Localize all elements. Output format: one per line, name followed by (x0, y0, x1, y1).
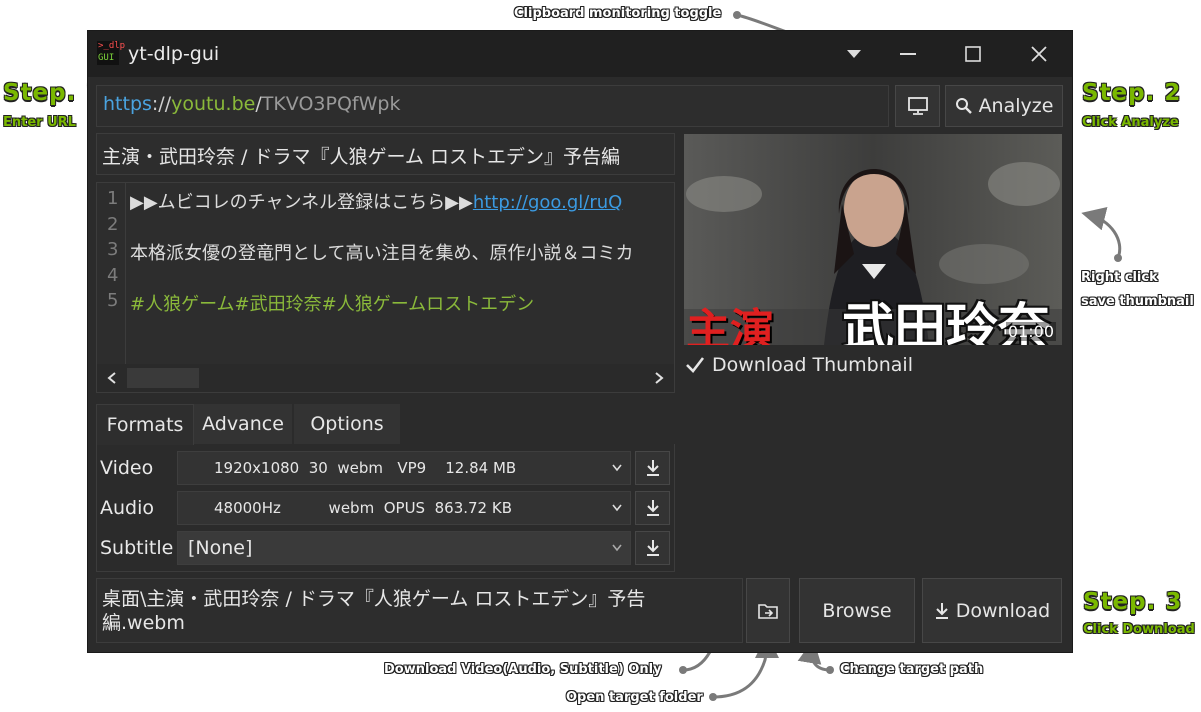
monitor-icon (907, 97, 928, 115)
download-thumbnail-checkbox[interactable]: Download Thumbnail (684, 354, 913, 376)
url-input[interactable]: https://youtu.be/TKVO3PQfWpk (96, 85, 889, 127)
browse-button[interactable]: Browse (799, 578, 915, 643)
download-video-only-button[interactable] (635, 451, 670, 485)
app-window: >_dlp GUI yt-dlp-gui https://youtu.be/TK… (87, 30, 1073, 653)
chevron-down-icon (612, 504, 622, 512)
description-editor[interactable]: 1 2 3 4 5 ▶▶ムビコレのチャンネル登録はこちら▶▶http://goo… (96, 182, 675, 393)
download-subtitle-only-button[interactable] (635, 531, 670, 565)
tab-options[interactable]: Options (294, 404, 400, 444)
close-button[interactable] (1007, 31, 1071, 77)
video-label: Video (100, 457, 154, 479)
scroll-thumb[interactable] (127, 368, 199, 388)
download-button[interactable]: Download (922, 578, 1062, 643)
chevron-down-icon (612, 544, 622, 552)
minimize-icon (900, 53, 916, 55)
video-thumbnail[interactable]: 主演 武田玲奈 01:00 (684, 134, 1062, 345)
clipboard-monitor-toggle[interactable] (895, 85, 940, 127)
open-folder-button[interactable] (746, 578, 790, 643)
title-bar: >_dlp GUI yt-dlp-gui (88, 31, 1072, 77)
subtitle-label: Subtitle (100, 537, 174, 559)
app-icon: >_dlp GUI (97, 41, 126, 65)
video-title-field[interactable]: 主演・武田玲奈 / ドラマ『人狼ゲーム ロストエデン』予告編 (96, 133, 675, 175)
close-icon (1031, 46, 1047, 62)
chevron-down-icon (612, 464, 622, 472)
video-duration: 01:00 (1005, 322, 1056, 341)
chevron-down-icon (847, 50, 861, 58)
analyze-label: Analyze (978, 95, 1054, 117)
tab-advance[interactable]: Advance (194, 404, 292, 444)
download-icon (935, 602, 948, 619)
download-thumbnail-label: Download Thumbnail (712, 354, 913, 376)
video-format-select[interactable]: 1920x1080 30 webm VP9 12.84 MB (177, 451, 631, 485)
search-icon (955, 98, 972, 114)
folder-open-icon (758, 603, 778, 619)
analyze-button[interactable]: Analyze (945, 85, 1063, 127)
app-title: yt-dlp-gui (128, 43, 220, 65)
scroll-right-icon[interactable] (654, 372, 664, 384)
maximize-icon (965, 46, 981, 62)
horizontal-scrollbar[interactable] (97, 364, 674, 392)
description-line-5: #人狼ゲーム#武田玲奈#人狼ゲームロストエデン (130, 294, 535, 315)
download-icon (646, 460, 659, 476)
line-number-gutter: 1 2 3 4 5 (97, 183, 126, 364)
audio-format-select[interactable]: 48000Hz webm OPUS 863.72 KB (177, 491, 631, 525)
download-icon (646, 540, 659, 556)
description-line-3: 本格派女優の登竜門として高い注目を集め、原作小説＆コミカ (130, 243, 634, 264)
description-link[interactable]: http://goo.gl/ruQ (473, 192, 622, 213)
description-line-1: ▶▶ムビコレのチャンネル登録はこちら▶▶http://goo.gl/ruQ (130, 192, 623, 213)
download-audio-only-button[interactable] (635, 491, 670, 525)
target-path-field[interactable]: 桌面\主演・武田玲奈 / ドラマ『人狼ゲーム ロストエデン』予告 編.webm (96, 578, 743, 643)
download-label: Download (955, 599, 1051, 622)
thumbnail-overlay-red: 主演 (686, 305, 774, 345)
maximize-button[interactable] (941, 31, 1005, 77)
checkmark-icon (686, 357, 705, 373)
scroll-left-icon[interactable] (107, 372, 117, 384)
minimize-button[interactable] (876, 31, 940, 77)
download-icon (646, 500, 659, 516)
audio-label: Audio (100, 497, 155, 519)
subtitle-select[interactable]: [None] (177, 531, 631, 565)
tab-formats[interactable]: Formats (96, 404, 194, 445)
